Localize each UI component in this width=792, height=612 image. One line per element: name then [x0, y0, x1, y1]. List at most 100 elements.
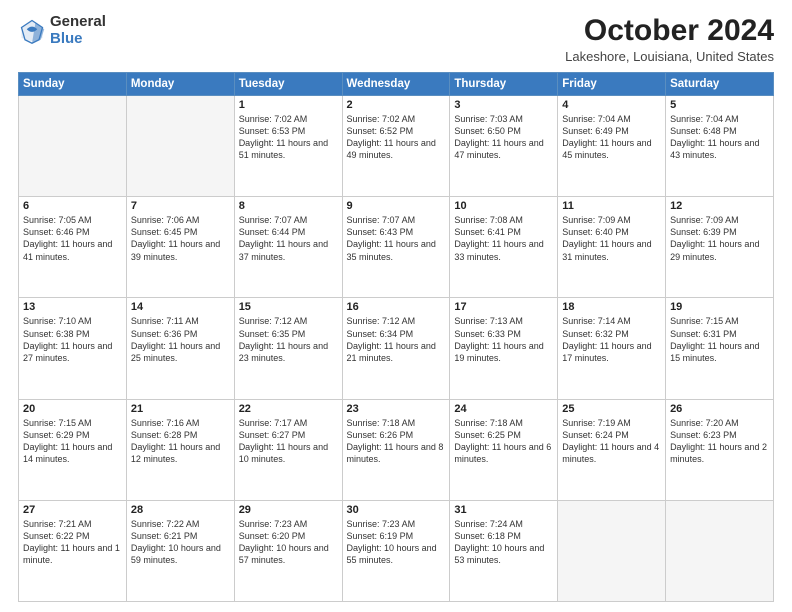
day-cell: 26 Sunrise: 7:20 AM Sunset: 6:23 PM Dayli… — [666, 399, 774, 500]
day-cell: 7 Sunrise: 7:06 AM Sunset: 6:45 PM Daylig… — [126, 197, 234, 298]
day-cell: 30Sunrise: 7:23 AM Sunset: 6:19 PM Dayli… — [342, 500, 450, 601]
day-cell: 6 Sunrise: 7:05 AM Sunset: 6:46 PM Daylig… — [19, 197, 127, 298]
day-cell: 20 Sunrise: 7:15 AM Sunset: 6:29 PM Dayli… — [19, 399, 127, 500]
day-info: Sunrise: 7:06 AM Sunset: 6:45 PM Dayligh… — [131, 214, 230, 263]
day-number: 22 — [239, 403, 338, 415]
day-number: 24 — [454, 403, 553, 415]
day-cell: 15 Sunrise: 7:12 AM Sunset: 6:35 PM Dayli… — [234, 298, 342, 399]
day-number: 10 — [454, 200, 553, 212]
day-info: Sunrise: 7:15 AM Sunset: 6:29 PM Dayligh… — [23, 417, 122, 466]
day-info: Sunrise: 7:04 AM Sunset: 6:48 PM Dayligh… — [670, 113, 769, 162]
month-title: October 2024 — [565, 14, 774, 47]
day-cell: 24 Sunrise: 7:18 AM Sunset: 6:25 PM Dayli… — [450, 399, 558, 500]
day-number: 7 — [131, 200, 230, 212]
day-cell — [666, 500, 774, 601]
day-info: Sunrise: 7:03 AM Sunset: 6:50 PM Dayligh… — [454, 113, 553, 162]
logo-blue-text: Blue — [50, 31, 106, 48]
day-cell — [19, 96, 127, 197]
weekday-header-row: SundayMondayTuesdayWednesdayThursdayFrid… — [19, 73, 774, 96]
day-info: Sunrise: 7:07 AM Sunset: 6:43 PM Dayligh… — [347, 214, 446, 263]
day-cell: 4 Sunrise: 7:04 AM Sunset: 6:49 PM Daylig… — [558, 96, 666, 197]
day-info: Sunrise: 7:18 AM Sunset: 6:25 PM Dayligh… — [454, 417, 553, 466]
day-number: 6 — [23, 200, 122, 212]
day-cell: 27 Sunrise: 7:21 AM Sunset: 6:22 PM Dayli… — [19, 500, 127, 601]
day-number: 25 — [562, 403, 661, 415]
day-number: 5 — [670, 99, 769, 111]
weekday-friday: Friday — [558, 73, 666, 96]
day-cell: 22Sunrise: 7:17 AM Sunset: 6:27 PM Dayli… — [234, 399, 342, 500]
day-cell: 5 Sunrise: 7:04 AM Sunset: 6:48 PM Daylig… — [666, 96, 774, 197]
day-info: Sunrise: 7:07 AM Sunset: 6:44 PM Dayligh… — [239, 214, 338, 263]
week-row-5: 27 Sunrise: 7:21 AM Sunset: 6:22 PM Dayli… — [19, 500, 774, 601]
logo-icon — [18, 17, 46, 45]
day-number: 13 — [23, 301, 122, 313]
day-info: Sunrise: 7:24 AM Sunset: 6:18 PM Dayligh… — [454, 518, 553, 567]
day-number: 26 — [670, 403, 769, 415]
week-row-2: 6 Sunrise: 7:05 AM Sunset: 6:46 PM Daylig… — [19, 197, 774, 298]
weekday-sunday: Sunday — [19, 73, 127, 96]
day-number: 19 — [670, 301, 769, 313]
day-number: 11 — [562, 200, 661, 212]
day-number: 20 — [23, 403, 122, 415]
day-info: Sunrise: 7:02 AM Sunset: 6:53 PM Dayligh… — [239, 113, 338, 162]
day-number: 4 — [562, 99, 661, 111]
day-cell: 12Sunrise: 7:09 AM Sunset: 6:39 PM Dayli… — [666, 197, 774, 298]
day-number: 2 — [347, 99, 446, 111]
calendar-table: SundayMondayTuesdayWednesdayThursdayFrid… — [18, 72, 774, 602]
day-info: Sunrise: 7:05 AM Sunset: 6:46 PM Dayligh… — [23, 214, 122, 263]
day-info: Sunrise: 7:09 AM Sunset: 6:39 PM Dayligh… — [670, 214, 769, 263]
week-row-3: 13 Sunrise: 7:10 AM Sunset: 6:38 PM Dayli… — [19, 298, 774, 399]
day-number: 17 — [454, 301, 553, 313]
day-info: Sunrise: 7:11 AM Sunset: 6:36 PM Dayligh… — [131, 315, 230, 364]
day-cell: 17 Sunrise: 7:13 AM Sunset: 6:33 PM Dayli… — [450, 298, 558, 399]
day-cell: 19Sunrise: 7:15 AM Sunset: 6:31 PM Dayli… — [666, 298, 774, 399]
day-number: 16 — [347, 301, 446, 313]
page: General Blue October 2024 Lakeshore, Lou… — [0, 0, 792, 612]
day-info: Sunrise: 7:19 AM Sunset: 6:24 PM Dayligh… — [562, 417, 661, 466]
day-number: 31 — [454, 504, 553, 516]
day-number: 3 — [454, 99, 553, 111]
day-cell: 23Sunrise: 7:18 AM Sunset: 6:26 PM Dayli… — [342, 399, 450, 500]
day-number: 21 — [131, 403, 230, 415]
logo-general-text: General — [50, 14, 106, 31]
day-cell: 3 Sunrise: 7:03 AM Sunset: 6:50 PM Daylig… — [450, 96, 558, 197]
day-info: Sunrise: 7:12 AM Sunset: 6:35 PM Dayligh… — [239, 315, 338, 364]
day-cell: 29 Sunrise: 7:23 AM Sunset: 6:20 PM Dayli… — [234, 500, 342, 601]
day-info: Sunrise: 7:04 AM Sunset: 6:49 PM Dayligh… — [562, 113, 661, 162]
day-number: 28 — [131, 504, 230, 516]
logo: General Blue — [18, 14, 106, 47]
day-cell: 21 Sunrise: 7:16 AM Sunset: 6:28 PM Dayli… — [126, 399, 234, 500]
day-cell: 31 Sunrise: 7:24 AM Sunset: 6:18 PM Dayli… — [450, 500, 558, 601]
weekday-tuesday: Tuesday — [234, 73, 342, 96]
day-cell: 16 Sunrise: 7:12 AM Sunset: 6:34 PM Dayli… — [342, 298, 450, 399]
day-number: 27 — [23, 504, 122, 516]
day-info: Sunrise: 7:10 AM Sunset: 6:38 PM Dayligh… — [23, 315, 122, 364]
day-cell — [126, 96, 234, 197]
day-number: 1 — [239, 99, 338, 111]
day-info: Sunrise: 7:22 AM Sunset: 6:21 PM Dayligh… — [131, 518, 230, 567]
location: Lakeshore, Louisiana, United States — [565, 49, 774, 64]
day-cell: 1 Sunrise: 7:02 AM Sunset: 6:53 PM Daylig… — [234, 96, 342, 197]
day-number: 29 — [239, 504, 338, 516]
day-number: 9 — [347, 200, 446, 212]
day-cell: 25 Sunrise: 7:19 AM Sunset: 6:24 PM Dayli… — [558, 399, 666, 500]
day-number: 18 — [562, 301, 661, 313]
day-info: Sunrise: 7:13 AM Sunset: 6:33 PM Dayligh… — [454, 315, 553, 364]
title-block: October 2024 Lakeshore, Louisiana, Unite… — [565, 14, 774, 64]
day-cell — [558, 500, 666, 601]
day-cell: 13 Sunrise: 7:10 AM Sunset: 6:38 PM Dayli… — [19, 298, 127, 399]
day-info: Sunrise: 7:16 AM Sunset: 6:28 PM Dayligh… — [131, 417, 230, 466]
day-info: Sunrise: 7:12 AM Sunset: 6:34 PM Dayligh… — [347, 315, 446, 364]
day-info: Sunrise: 7:20 AM Sunset: 6:23 PM Dayligh… — [670, 417, 769, 466]
day-info: Sunrise: 7:02 AM Sunset: 6:52 PM Dayligh… — [347, 113, 446, 162]
day-info: Sunrise: 7:08 AM Sunset: 6:41 PM Dayligh… — [454, 214, 553, 263]
day-info: Sunrise: 7:09 AM Sunset: 6:40 PM Dayligh… — [562, 214, 661, 263]
week-row-4: 20 Sunrise: 7:15 AM Sunset: 6:29 PM Dayli… — [19, 399, 774, 500]
day-number: 15 — [239, 301, 338, 313]
day-cell: 14Sunrise: 7:11 AM Sunset: 6:36 PM Dayli… — [126, 298, 234, 399]
day-cell: 10 Sunrise: 7:08 AM Sunset: 6:41 PM Dayli… — [450, 197, 558, 298]
day-info: Sunrise: 7:23 AM Sunset: 6:20 PM Dayligh… — [239, 518, 338, 567]
weekday-saturday: Saturday — [666, 73, 774, 96]
day-info: Sunrise: 7:21 AM Sunset: 6:22 PM Dayligh… — [23, 518, 122, 567]
day-info: Sunrise: 7:18 AM Sunset: 6:26 PM Dayligh… — [347, 417, 446, 466]
